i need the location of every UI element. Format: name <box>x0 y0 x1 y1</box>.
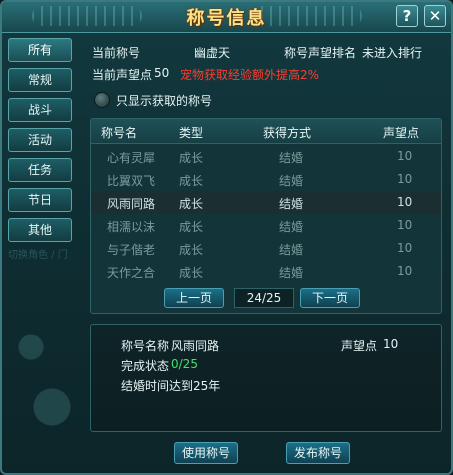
title-detail-panel: 称号名称 风雨同路 声望点 10 完成状态 0/25 结婚时间达到25年 <box>90 324 442 432</box>
list-header: 称号名 类型 获得方式 声望点 <box>91 119 441 144</box>
header-type: 类型 <box>179 126 204 140</box>
window-title: 称号信息 <box>186 8 267 29</box>
row-type: 成长 <box>179 151 204 165</box>
row-name: 相濡以沫 <box>107 220 156 234</box>
detail-status-value: 0/25 <box>171 357 198 371</box>
table-row[interactable]: 比翼双飞 成长 结婚 10 <box>91 168 441 191</box>
row-type: 成长 <box>179 220 204 234</box>
row-points: 10 <box>397 218 413 232</box>
table-row[interactable]: 相濡以沫 成长 结婚 10 <box>91 214 441 237</box>
row-points: 10 <box>397 149 413 163</box>
header-points: 声望点 <box>383 126 420 140</box>
tab-battle[interactable]: 战斗 <box>8 98 72 122</box>
row-name: 天作之合 <box>107 266 156 280</box>
category-tabs: 所有 常规 战斗 活动 任务 节日 其他 <box>8 38 74 248</box>
row-points: 10 <box>397 241 413 255</box>
detail-points-value: 10 <box>383 337 399 351</box>
filter-label: 只显示获取的称号 <box>116 94 213 108</box>
title-bar: 称号信息 ? ✕ <box>2 2 451 33</box>
row-name: 心有灵犀 <box>107 151 156 165</box>
next-page-button[interactable]: 下一页 <box>300 288 360 308</box>
background-ornament <box>10 302 80 452</box>
publish-title-button[interactable]: 发布称号 <box>286 442 350 464</box>
row-type: 成长 <box>179 197 204 211</box>
pagination: 上一页 24/25 下一页 <box>90 288 442 312</box>
detail-points-label: 声望点 <box>341 339 378 353</box>
prestige-label: 当前声望点 <box>92 68 153 82</box>
row-points: 10 <box>397 264 413 278</box>
title-info-window: 称号信息 ? ✕ 所有 常规 战斗 活动 任务 节日 其他 切换角色 / 门 当… <box>0 0 453 475</box>
row-method: 结婚 <box>279 151 304 165</box>
row-points: 10 <box>397 172 413 186</box>
title-summary: 当前称号 幽虚天 称号声望排名 未进入排行 当前声望点 50 宠物获取经验额外提… <box>88 38 444 84</box>
tab-regular[interactable]: 常规 <box>8 68 72 92</box>
tab-quest[interactable]: 任务 <box>8 158 72 182</box>
title-list: 称号名 类型 获得方式 声望点 心有灵犀 成长 结婚 10 比翼双飞 成长 结婚… <box>90 118 442 314</box>
detail-requirement: 结婚时间达到25年 <box>121 379 221 393</box>
page-indicator: 24/25 <box>234 288 294 308</box>
table-row[interactable]: 天作之合 成长 结婚 10 <box>91 260 441 283</box>
prestige-value: 50 <box>154 66 170 80</box>
sidebar-watermark: 切换角色 / 门 <box>8 250 68 261</box>
title-bonus-text: 宠物获取经验额外提高2% <box>180 68 320 82</box>
list-rows: 心有灵犀 成长 结婚 10 比翼双飞 成长 结婚 10 风雨同路 成长 结婚 1… <box>91 145 441 283</box>
detail-name-value: 风雨同路 <box>171 339 220 353</box>
prestige-rank-value: 未进入排行 <box>362 46 423 60</box>
current-title-value: 幽虚天 <box>194 46 231 60</box>
tab-all[interactable]: 所有 <box>8 38 72 62</box>
table-row[interactable]: 心有灵犀 成长 结婚 10 <box>91 145 441 168</box>
row-name: 比翼双飞 <box>107 174 156 188</box>
table-row-selected[interactable]: 风雨同路 成长 结婚 10 <box>91 191 441 214</box>
row-type: 成长 <box>179 266 204 280</box>
prev-page-button[interactable]: 上一页 <box>164 288 224 308</box>
header-method: 获得方式 <box>263 126 312 140</box>
tab-festival[interactable]: 节日 <box>8 188 72 212</box>
row-name: 风雨同路 <box>107 197 156 211</box>
tab-activity[interactable]: 活动 <box>8 128 72 152</box>
use-title-button[interactable]: 使用称号 <box>174 442 238 464</box>
row-type: 成长 <box>179 174 204 188</box>
tab-other[interactable]: 其他 <box>8 218 72 242</box>
row-method: 结婚 <box>279 266 304 280</box>
row-type: 成长 <box>179 243 204 257</box>
row-method: 结婚 <box>279 197 304 211</box>
detail-name-label: 称号名称 <box>121 339 170 353</box>
header-name: 称号名 <box>101 126 138 140</box>
close-button[interactable]: ✕ <box>424 5 446 27</box>
table-row[interactable]: 与子偕老 成长 结婚 10 <box>91 237 441 260</box>
row-name: 与子偕老 <box>107 243 156 257</box>
row-method: 结婚 <box>279 220 304 234</box>
filter-radio[interactable] <box>94 92 110 108</box>
row-points: 10 <box>397 195 413 209</box>
row-method: 结婚 <box>279 243 304 257</box>
owned-filter[interactable]: 只显示获取的称号 <box>94 92 212 109</box>
help-button[interactable]: ? <box>396 5 418 27</box>
detail-status-label: 完成状态 <box>121 359 170 373</box>
prestige-rank-label: 称号声望排名 <box>284 46 357 60</box>
current-title-label: 当前称号 <box>92 46 141 60</box>
row-method: 结婚 <box>279 174 304 188</box>
